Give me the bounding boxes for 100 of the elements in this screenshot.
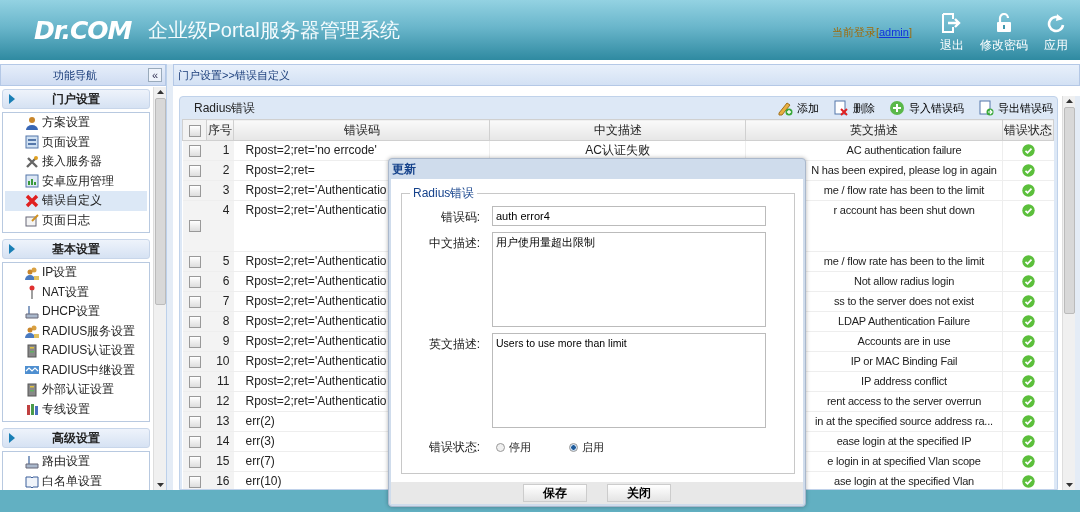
row-checkbox[interactable]	[188, 375, 201, 388]
expand-icon	[9, 433, 15, 443]
row-checkbox[interactable]	[188, 315, 201, 328]
sidebar-item[interactable]: 方案设置	[5, 113, 147, 133]
scrollbar[interactable]	[1062, 96, 1075, 490]
row-checkbox[interactable]	[188, 395, 201, 408]
page-icon	[25, 135, 39, 150]
row-checkbox[interactable]	[188, 355, 201, 368]
lock-icon	[996, 12, 1012, 33]
row-checkbox[interactable]	[188, 164, 201, 177]
person-icon	[25, 115, 39, 130]
section-header[interactable]: 基本设置	[2, 239, 150, 259]
column-header[interactable]: 序号	[206, 119, 234, 141]
table-cell: LDAP Authentication Failure	[838, 315, 970, 327]
input-field[interactable]: auth error4	[492, 206, 766, 226]
expand-icon	[9, 94, 15, 104]
sidebar-item[interactable]: 安卓应用管理	[5, 171, 147, 191]
row-number: 14	[216, 434, 230, 448]
section-header[interactable]: 高级设置	[2, 428, 150, 448]
row-number: 3	[222, 183, 230, 197]
sidebar-item[interactable]: RADIUS服务设置	[5, 321, 147, 341]
row-checkbox[interactable]	[188, 295, 201, 308]
sidebar-item[interactable]: NAT设置	[5, 282, 147, 302]
collapse-handle[interactable]	[167, 64, 173, 490]
table-cell: Rpost=2;ret=	[245, 163, 315, 177]
row-checkbox[interactable]	[188, 335, 201, 348]
sidebar-item[interactable]: 专线设置	[5, 399, 147, 419]
delete-button[interactable]: 删除	[831, 100, 877, 116]
sidebar-item[interactable]: 白名单设置	[5, 471, 147, 490]
sidebar-item[interactable]: RADIUS中继设置	[5, 360, 147, 380]
people-icon	[25, 265, 39, 280]
sidebar-item[interactable]: RADIUS认证设置	[5, 341, 147, 361]
row-checkbox[interactable]	[188, 475, 201, 488]
row-checkbox[interactable]	[188, 275, 201, 288]
radio-button[interactable]	[569, 443, 578, 452]
export-button[interactable]: 导出错误码	[976, 100, 1055, 116]
column-header[interactable]: 中文描述	[489, 119, 746, 141]
sidebar-item[interactable]: 错误自定义	[5, 191, 147, 211]
table-cell: ss to the server does not exist	[834, 295, 974, 307]
row-number: 7	[222, 294, 230, 308]
row-checkbox[interactable]	[188, 144, 201, 157]
sidebar-item[interactable]: 路由设置	[5, 452, 147, 472]
scrollbar[interactable]	[153, 87, 166, 490]
row-number: 6	[222, 274, 230, 288]
row-checkbox[interactable]	[188, 220, 201, 233]
sidebar-item[interactable]: 页面设置	[5, 132, 147, 152]
table-cell: Rpost=2;ret='Authenticatio	[245, 203, 387, 217]
sidebar-item[interactable]: 页面日志	[5, 210, 147, 230]
radio-option[interactable]: 停用	[496, 440, 531, 455]
text-area[interactable]: Users to use more than limit	[492, 333, 766, 428]
row-checkbox[interactable]	[188, 184, 201, 197]
table-cell: err(3)	[245, 434, 275, 448]
scroll-up-icon	[156, 90, 164, 94]
save-button[interactable]: 保存	[523, 484, 587, 502]
table-cell: me / flow rate has been to the limit	[823, 255, 985, 267]
panel-title: Radius错误	[194, 99, 256, 117]
table-cell: IP address conflict	[861, 375, 947, 387]
sidebar-item[interactable]: 外部认证设置	[5, 380, 147, 400]
radio-button[interactable]	[496, 443, 505, 452]
plus-circle-icon	[889, 100, 905, 116]
radio-option[interactable]: 启用	[569, 440, 604, 455]
cross-icon	[25, 193, 39, 208]
sidebar-item[interactable]: DHCP设置	[5, 302, 147, 322]
table-cell: Rpost=2;ret='Authenticatio	[245, 183, 387, 197]
close-button[interactable]: 关闭	[607, 484, 671, 502]
table-cell: err(7)	[245, 454, 275, 468]
sidebar-item[interactable]: 接入服务器	[5, 152, 147, 172]
table-cell: Rpost=2;ret='Authenticatio	[245, 374, 387, 388]
table-cell: Rpost=2;ret='Authenticatio	[245, 314, 387, 328]
import-button[interactable]: 导入错误码	[887, 100, 966, 116]
section-header[interactable]: 门户设置	[2, 89, 150, 109]
row-checkbox[interactable]	[188, 255, 201, 268]
column-header[interactable]: 错误状态	[1002, 119, 1054, 141]
row-checkbox[interactable]	[188, 455, 201, 468]
table-cell: AC认证失败	[585, 143, 650, 157]
field-label: 错误码:	[439, 209, 481, 226]
row-number: 13	[216, 414, 230, 428]
table-cell: Accounts are in use	[857, 335, 951, 347]
book-icon	[25, 474, 39, 489]
collapse-button[interactable]: «	[148, 68, 162, 82]
logo: Dr.COM	[34, 15, 132, 45]
text-area[interactable]: 用户使用量超出限制	[492, 232, 766, 327]
collapse-handle[interactable]	[1075, 96, 1080, 490]
table-cell: Rpost=2;ret='Authenticatio	[245, 354, 387, 368]
login-status: 当前登录[admin]	[831, 24, 912, 40]
table-cell: ase login at the specified Vlan	[834, 475, 974, 487]
table-cell: Rpost=2;ret='Authenticatio	[245, 394, 387, 408]
table-cell: in at the specified source address ra...	[815, 415, 993, 427]
row-checkbox[interactable]	[188, 435, 201, 448]
row-checkbox[interactable]	[188, 415, 201, 428]
sidebar-item[interactable]: IP设置	[5, 263, 147, 283]
row-number: 1	[222, 143, 230, 157]
row-number: 4	[222, 203, 230, 217]
tools-icon	[25, 154, 39, 169]
add-button[interactable]: 添加	[775, 100, 821, 116]
select-all-checkbox[interactable]	[188, 124, 201, 137]
column-header[interactable]: 错误码	[233, 119, 490, 141]
table-cell: rent access to the server overrun	[826, 395, 982, 407]
row-number: 16	[216, 474, 230, 488]
column-header[interactable]: 英文描述	[745, 119, 1003, 141]
